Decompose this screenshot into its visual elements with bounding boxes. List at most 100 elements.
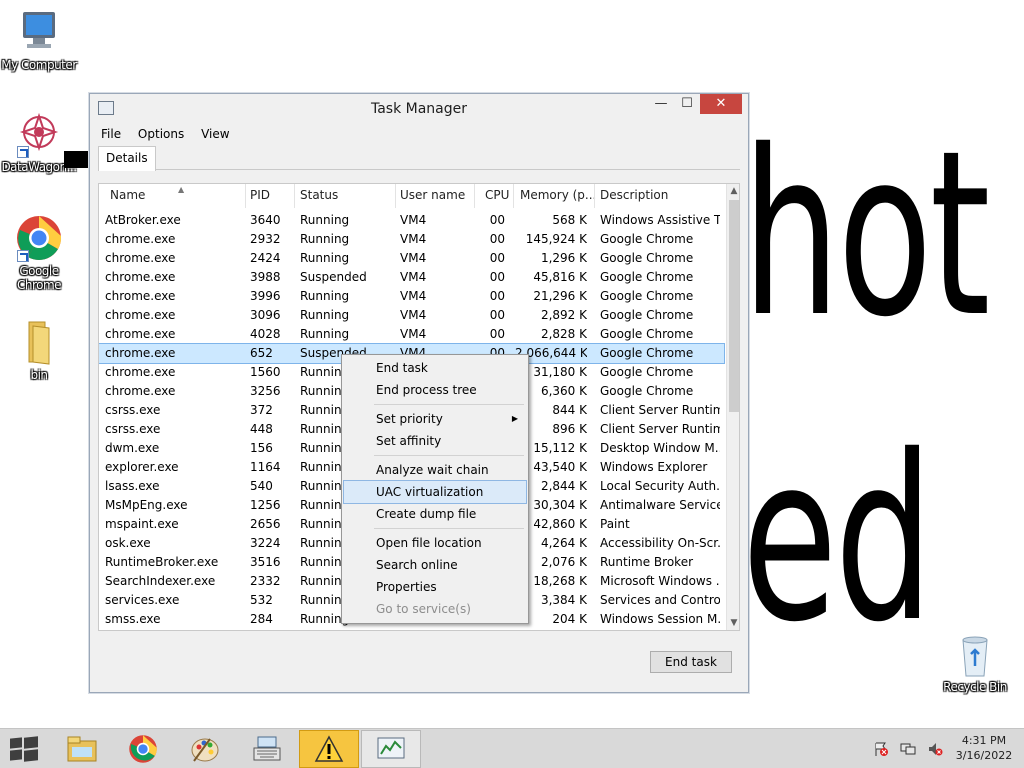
cell-pid: 3256 bbox=[250, 384, 281, 398]
cell-user: VM4 bbox=[400, 327, 427, 341]
column-header-status[interactable]: Status bbox=[300, 188, 338, 202]
chrome-icon bbox=[129, 735, 157, 763]
sort-ascending-icon: ▲ bbox=[178, 185, 185, 194]
taskbar-on-screen-keyboard[interactable] bbox=[237, 730, 297, 768]
menu-view[interactable]: View bbox=[198, 125, 235, 141]
context-menu-item-label: End task bbox=[376, 361, 428, 375]
column-header-pid[interactable]: PID bbox=[250, 188, 270, 202]
cell-status: Running bbox=[300, 251, 350, 265]
cell-desc: Runtime Broker bbox=[600, 555, 694, 569]
column-header-name[interactable]: Name ▲ bbox=[110, 185, 184, 202]
taskbar-warning-app[interactable] bbox=[299, 730, 359, 768]
taskbar-google-chrome[interactable] bbox=[113, 730, 173, 768]
cell-desc: Paint bbox=[600, 517, 630, 531]
taskbar-file-explorer[interactable] bbox=[52, 730, 112, 768]
desktop-icon-label: Recycle Bin bbox=[943, 680, 1007, 694]
vertical-scrollbar[interactable]: ▲ ▼ bbox=[726, 184, 739, 630]
tab-strip: Details bbox=[98, 146, 740, 171]
scroll-down-icon[interactable]: ▼ bbox=[727, 616, 739, 630]
windows-logo-icon bbox=[10, 737, 22, 749]
cell-desc: Google Chrome bbox=[600, 365, 694, 379]
cell-cpu: 00 bbox=[489, 251, 505, 265]
table-row[interactable]: chrome.exe 2932 Running VM4 00 145,924 K Googl… bbox=[99, 230, 724, 249]
cell-user: VM4 bbox=[400, 251, 427, 265]
context-menu-item-uac-virtualization[interactable]: UAC virtualization bbox=[343, 480, 527, 504]
action-center-flag-icon[interactable] bbox=[873, 741, 889, 757]
cell-name: chrome.exe bbox=[105, 327, 176, 341]
scrollbar-thumb[interactable] bbox=[729, 200, 739, 412]
table-row[interactable]: chrome.exe 2424 Running VM4 00 1,296 K Google … bbox=[99, 249, 724, 268]
title-bar[interactable]: Task Manager — ☐ ✕ bbox=[90, 94, 748, 123]
context-menu-item-properties[interactable]: Properties bbox=[344, 576, 526, 598]
table-row[interactable]: chrome.exe 4028 Running VM4 00 2,828 K Google … bbox=[99, 325, 724, 344]
cell-name: chrome.exe bbox=[105, 308, 176, 322]
context-menu-item-set-affinity[interactable]: Set affinity bbox=[344, 430, 526, 452]
start-button[interactable] bbox=[8, 736, 38, 762]
cell-cpu: 00 bbox=[489, 213, 505, 227]
context-menu-item-search-online[interactable]: Search online bbox=[344, 554, 526, 576]
close-button[interactable]: ✕ bbox=[700, 94, 742, 114]
cell-pid: 540 bbox=[250, 479, 273, 493]
context-menu-item-label: Open file location bbox=[376, 536, 482, 550]
volume-muted-icon[interactable] bbox=[927, 741, 943, 757]
taskbar-task-manager[interactable] bbox=[361, 730, 421, 768]
table-row[interactable]: AtBroker.exe 3640 Running VM4 00 568 K Windows… bbox=[99, 211, 724, 230]
context-menu-item-open-file-location[interactable]: Open file location bbox=[344, 532, 526, 554]
column-header-user-name[interactable]: User name bbox=[400, 188, 465, 202]
context-menu-item-end-process-tree[interactable]: End process tree bbox=[344, 379, 526, 401]
column-header-memory[interactable]: Memory (p... bbox=[520, 188, 596, 202]
menu-bar: File Options View bbox=[98, 125, 240, 145]
cell-name: chrome.exe bbox=[105, 251, 176, 265]
cell-desc: Google Chrome bbox=[600, 327, 694, 341]
cell-name: dwm.exe bbox=[105, 441, 160, 455]
cell-cpu: 00 bbox=[489, 289, 505, 303]
system-clock[interactable]: 4:31 PM 3/16/2022 bbox=[950, 733, 1018, 763]
desktop-icon-bin-folder[interactable]: bin bbox=[0, 318, 78, 382]
network-icon[interactable] bbox=[900, 741, 916, 757]
cell-mem: 2,892 K bbox=[540, 308, 587, 322]
desktop-icon-label: Google Chrome bbox=[16, 264, 62, 292]
cell-name: chrome.exe bbox=[105, 232, 176, 246]
taskbar-paint[interactable] bbox=[175, 730, 235, 768]
cell-cpu: 00 bbox=[489, 327, 505, 341]
desktop-icon-google-chrome[interactable]: Google Chrome bbox=[0, 214, 78, 292]
context-menu-item-set-priority[interactable]: Set priority ▶ bbox=[344, 408, 526, 430]
maximize-button[interactable]: ☐ bbox=[674, 94, 700, 114]
context-menu-item-analyze-wait-chain[interactable]: Analyze wait chain bbox=[344, 459, 526, 481]
cell-desc: Google Chrome bbox=[600, 232, 694, 246]
cell-cpu: 00 bbox=[489, 270, 505, 284]
desktop-icon-recycle-bin[interactable]: Recycle Bin bbox=[936, 630, 1014, 694]
table-row[interactable]: chrome.exe 3096 Running VM4 00 2,892 K Google … bbox=[99, 306, 724, 325]
scroll-up-icon[interactable]: ▲ bbox=[727, 184, 739, 198]
table-row[interactable]: chrome.exe 3988 Suspended VM4 00 45,816 K Goog… bbox=[99, 268, 724, 287]
cell-desc: Accessibility On-Scr... bbox=[600, 536, 720, 550]
black-marker bbox=[64, 151, 90, 168]
end-task-button[interactable]: End task bbox=[650, 651, 732, 673]
taskbar: 4:31 PM 3/16/2022 bbox=[0, 728, 1024, 768]
column-header-description[interactable]: Description bbox=[600, 188, 668, 202]
context-menu-item-end-task[interactable]: End task bbox=[344, 357, 526, 379]
cell-pid: 2332 bbox=[250, 574, 281, 588]
cell-desc: Services and Control... bbox=[600, 593, 720, 607]
menu-options[interactable]: Options bbox=[135, 125, 190, 141]
column-header-cpu[interactable]: CPU bbox=[485, 188, 509, 202]
minimize-button[interactable]: — bbox=[648, 94, 674, 114]
menu-file[interactable]: File bbox=[98, 125, 127, 141]
paint-palette-icon bbox=[191, 738, 219, 762]
tab-details[interactable]: Details bbox=[98, 146, 156, 171]
cell-desc: Windows Explorer bbox=[600, 460, 708, 474]
cell-mem: 21,296 K bbox=[533, 289, 587, 303]
context-menu-item-create-dump-file[interactable]: Create dump file bbox=[344, 503, 526, 525]
table-row[interactable]: spoolsv.exe964RunningSYSTEM001,472 KSpoo… bbox=[99, 629, 724, 630]
cell-name: chrome.exe bbox=[105, 365, 176, 379]
table-row[interactable]: chrome.exe 3996 Running VM4 00 21,296 K Google… bbox=[99, 287, 724, 306]
cell-user: VM4 bbox=[400, 213, 427, 227]
cell-pid: 532 bbox=[250, 593, 273, 607]
cell-pid: 2656 bbox=[250, 517, 281, 531]
context-menu-item-label: Go to service(s) bbox=[376, 602, 471, 616]
submenu-arrow-icon: ▶ bbox=[511, 414, 518, 423]
context-menu: End task End process tree Set priority ▶ Set… bbox=[341, 354, 529, 624]
context-menu-item-label: Properties bbox=[376, 580, 437, 594]
desktop-icon-my-computer[interactable]: My Computer bbox=[0, 8, 78, 72]
chrome-icon bbox=[15, 214, 63, 262]
